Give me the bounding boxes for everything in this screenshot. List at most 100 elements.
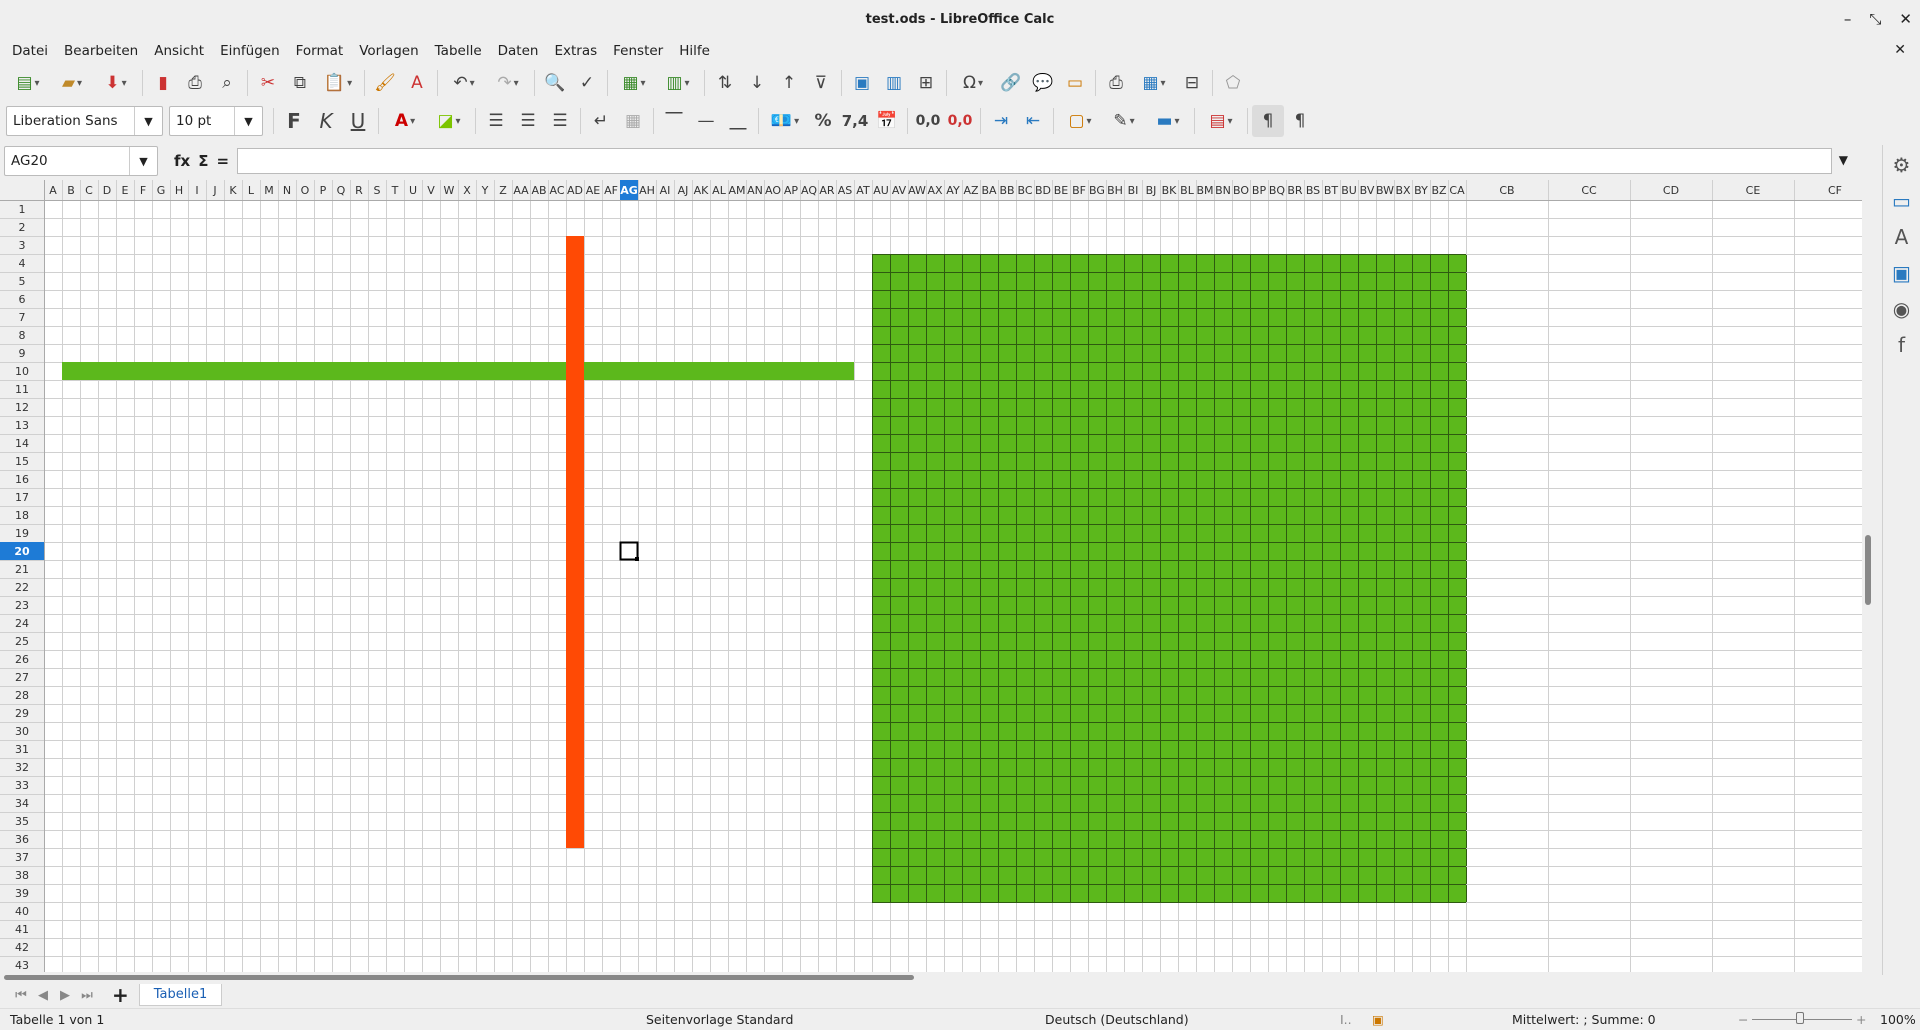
- border-style-icon[interactable]: ✎: [1102, 105, 1146, 137]
- formula-input[interactable]: [237, 148, 1833, 174]
- next-sheet-icon[interactable]: ▶: [54, 988, 76, 1003]
- add-decimal-button[interactable]: 0,0: [912, 105, 944, 137]
- align-middle-icon[interactable]: —: [690, 105, 722, 137]
- font-size-combo[interactable]: 10 pt ▼: [169, 106, 263, 136]
- menu-vorlagen[interactable]: Vorlagen: [351, 43, 426, 59]
- special-character-icon[interactable]: Ω: [951, 67, 995, 99]
- split-window-icon[interactable]: ⊟: [1176, 67, 1208, 99]
- save-icon[interactable]: ⬇: [94, 67, 138, 99]
- chevron-down-icon[interactable]: ▼: [134, 107, 162, 135]
- vertical-scrollbar[interactable]: [1862, 180, 1876, 972]
- chevron-down-icon[interactable]: ▼: [234, 107, 262, 135]
- column-icon[interactable]: ▥: [656, 67, 700, 99]
- redo-icon[interactable]: ↷: [486, 67, 530, 99]
- page-style-status[interactable]: Seitenvorlage Standard: [646, 1012, 793, 1027]
- menu-format[interactable]: Format: [288, 43, 352, 59]
- align-bottom-icon[interactable]: ⎽: [722, 105, 754, 137]
- freeze-rows-columns-icon[interactable]: ▦: [1132, 67, 1176, 99]
- close-window-button[interactable]: ✕: [1899, 10, 1912, 28]
- print-preview-icon[interactable]: ⌕: [211, 67, 243, 99]
- sort-ascending-icon[interactable]: ↓: [741, 67, 773, 99]
- navigator-icon[interactable]: ◉: [1893, 297, 1910, 321]
- sheet-tab[interactable]: Tabelle1: [138, 984, 223, 1006]
- export-pdf-icon[interactable]: ▮: [147, 67, 179, 99]
- zoom-in-icon[interactable]: +: [1856, 1012, 1866, 1027]
- grid-canvas[interactable]: A B C D E F G H I J K L M N O P Q R S T U V W X Y Z AA AB AC AD AE AF AG…: [0, 180, 1862, 972]
- zoom-level[interactable]: 100%: [1880, 1012, 1916, 1027]
- hyperlink-icon[interactable]: 🔗: [995, 67, 1027, 99]
- align-right-icon[interactable]: ☰: [544, 105, 576, 137]
- sidebar-settings-icon[interactable]: ⚙: [1893, 153, 1911, 177]
- minimize-button[interactable]: –: [1844, 10, 1852, 28]
- show-draw-functions-icon[interactable]: ⬠: [1217, 67, 1249, 99]
- percent-format-button[interactable]: %: [807, 105, 839, 137]
- comment-icon[interactable]: 💬: [1027, 67, 1059, 99]
- horizontal-scroll-thumb[interactable]: [4, 975, 914, 980]
- language-status[interactable]: Deutsch (Deutschland): [1045, 1012, 1189, 1027]
- zoom-slider-handle[interactable]: [1796, 1012, 1804, 1024]
- header-footer-icon[interactable]: ▭: [1059, 67, 1091, 99]
- bold-button[interactable]: F: [278, 105, 310, 137]
- wrap-text-icon[interactable]: ↵: [585, 105, 617, 137]
- menu-einfuegen[interactable]: Einfügen: [212, 43, 288, 59]
- horizontal-scrollbar[interactable]: [0, 972, 1862, 982]
- spelling-icon[interactable]: ✓: [571, 67, 603, 99]
- last-sheet-icon[interactable]: ⏭: [76, 988, 98, 1003]
- text-direction-ltr-icon[interactable]: ¶: [1252, 105, 1284, 137]
- autofilter-icon[interactable]: ⊽: [805, 67, 837, 99]
- conditional-format-icon[interactable]: ▤: [1199, 105, 1243, 137]
- borders-icon[interactable]: ▢: [1058, 105, 1102, 137]
- menu-fenster[interactable]: Fenster: [605, 43, 671, 59]
- styles-icon[interactable]: A: [1895, 225, 1909, 249]
- sort-descending-icon[interactable]: ↑: [773, 67, 805, 99]
- functions-icon[interactable]: f: [1898, 333, 1905, 357]
- paste-icon[interactable]: 📋: [316, 67, 360, 99]
- align-left-icon[interactable]: ☰: [480, 105, 512, 137]
- formula-equals-button[interactable]: =: [216, 152, 229, 170]
- selection-mode-icon[interactable]: I..: [1340, 1012, 1352, 1027]
- chevron-down-icon[interactable]: ▼: [129, 147, 157, 175]
- decrease-indent-icon[interactable]: ⇤: [1017, 105, 1049, 137]
- underline-button[interactable]: U: [342, 105, 374, 137]
- clone-formatting-icon[interactable]: 🖌: [369, 67, 401, 99]
- copy-icon[interactable]: ⧉: [284, 67, 316, 99]
- find-replace-icon[interactable]: 🔍: [539, 67, 571, 99]
- gallery-icon[interactable]: ▣: [1892, 261, 1911, 285]
- open-folder-icon[interactable]: ▰: [50, 67, 94, 99]
- sum-button[interactable]: Σ: [198, 152, 208, 170]
- add-sheet-button[interactable]: +: [112, 983, 129, 1007]
- delete-decimal-button[interactable]: 0,0: [944, 105, 976, 137]
- align-top-icon[interactable]: ⎺: [658, 105, 690, 137]
- sort-icon[interactable]: ⇅: [709, 67, 741, 99]
- first-sheet-icon[interactable]: ⏮: [10, 988, 32, 1003]
- zoom-out-icon[interactable]: −: [1738, 1012, 1748, 1027]
- new-document-icon[interactable]: ▤: [6, 67, 50, 99]
- background-color-icon[interactable]: ◪: [427, 105, 471, 137]
- align-center-icon[interactable]: ☰: [512, 105, 544, 137]
- insert-chart-icon[interactable]: ▥: [878, 67, 910, 99]
- menu-datei[interactable]: Datei: [4, 43, 56, 59]
- date-format-icon[interactable]: 📅: [871, 105, 903, 137]
- close-document-icon[interactable]: ✕: [1894, 42, 1906, 58]
- menu-ansicht[interactable]: Ansicht: [146, 43, 212, 59]
- function-wizard-button[interactable]: fx: [174, 152, 190, 170]
- clear-formatting-icon[interactable]: A: [401, 67, 433, 99]
- spreadsheet-grid[interactable]: A B C D E F G H I J K L M N O P Q R S T U V W X Y Z AA AB AC AD AE AF AG…: [0, 180, 1862, 972]
- name-box[interactable]: AG20 ▼: [4, 146, 158, 176]
- row-icon[interactable]: ▦: [612, 67, 656, 99]
- number-format-button[interactable]: 7,4: [839, 105, 871, 137]
- define-print-area-icon[interactable]: ⎙: [1100, 67, 1132, 99]
- restore-button[interactable]: ⤡: [1869, 10, 1881, 28]
- currency-format-icon[interactable]: 💶: [763, 105, 807, 137]
- properties-icon[interactable]: ▭: [1892, 189, 1911, 213]
- print-icon[interactable]: ⎙: [179, 67, 211, 99]
- expand-formula-bar-icon[interactable]: ▼: [1839, 153, 1848, 167]
- font-name-combo[interactable]: Liberation Sans ▼: [6, 106, 163, 136]
- previous-sheet-icon[interactable]: ◀: [32, 988, 54, 1003]
- vertical-scroll-thumb[interactable]: [1865, 535, 1871, 605]
- increase-indent-icon[interactable]: ⇥: [985, 105, 1017, 137]
- italic-button[interactable]: K: [310, 105, 342, 137]
- text-direction-rtl-icon[interactable]: ¶: [1284, 105, 1316, 137]
- merge-cells-icon[interactable]: ▦: [617, 105, 649, 137]
- menu-extras[interactable]: Extras: [546, 43, 605, 59]
